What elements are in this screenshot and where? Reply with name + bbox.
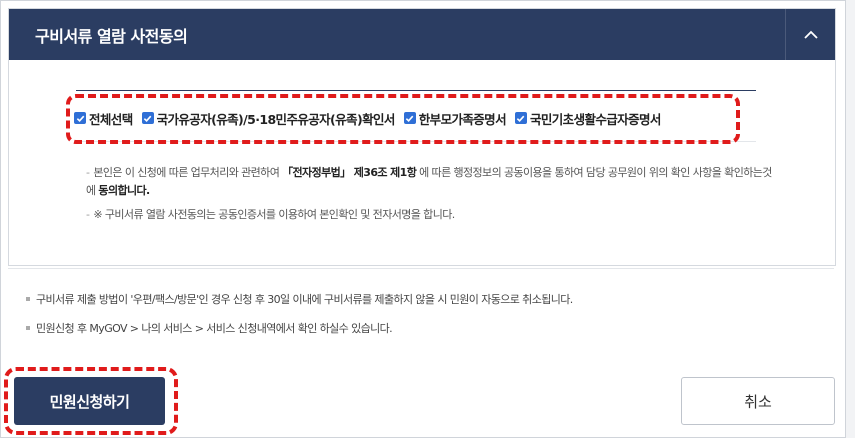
checkbox-checked-icon[interactable] [141,112,154,124]
checkbox-patriot-certificate[interactable]: 국가유공자(유족)/5·18민주유공자(유족)확인서 [141,109,396,128]
cancel-button[interactable]: 취소 [681,377,835,425]
consent-section: 구비서류 열람 사전동의 [8,8,836,266]
checkbox-row-bottom-rule [76,141,756,142]
checkbox-label: 국가유공자(유족)/5·18민주유공자(유족)확인서 [156,111,396,127]
bullet-icon [26,297,30,301]
checkbox-checked-icon[interactable] [74,112,86,124]
bullet-icon [26,326,30,330]
law-reference: 「전자정부법」 제36조 제1항 [282,166,417,179]
checkbox-checked-icon[interactable] [403,112,416,124]
consent-statement: 동의합니다. [98,184,150,197]
checkbox-basic-livelihood-certificate[interactable]: 국민기초생활수급자증명서 [514,109,661,128]
chevron-up-icon [803,30,818,39]
certificate-notice: - ※ 구비서류 열람 사전동의는 공동인증서를 이용하여 본인확인 및 전자서명… [86,208,455,221]
apply-button[interactable]: 민원신청하기 [14,377,165,425]
section-header: 구비서류 열람 사전동의 [9,9,835,60]
section-divider [8,268,834,269]
document-checkbox-row: 전체선택 국가유공자(유족)/5·18민주유공자(유족)확인서 한부모가족증명서… [74,108,661,128]
collapse-button[interactable] [785,9,835,60]
consent-notice: - 본인은 이 신청에 따른 업무처리와 관련하여 「전자정부법」 제36조 제1… [86,166,772,197]
checkbox-checked-icon[interactable] [514,112,527,124]
info-mygov-notice: 민원신청 후 MyGOV > 나의 서비스 > 서비스 신청내역에서 확인 하실… [26,320,393,336]
checkbox-row-top-rule [76,90,756,91]
section-title: 구비서류 열람 사전동의 [35,27,188,46]
window-edge [845,0,855,438]
checkbox-label: 국민기초생활수급자증명서 [529,111,661,127]
checkbox-label: 전체선택 [89,111,133,127]
checkbox-select-all[interactable]: 전체선택 [74,109,133,128]
checkbox-label: 한부모가족증명서 [418,111,507,127]
checkbox-single-parent-certificate[interactable]: 한부모가족증명서 [403,109,507,128]
info-submission-notice: 구비서류 제출 방법이 '우편/팩스/방문'인 경우 신청 후 30일 이내에 … [26,291,573,307]
